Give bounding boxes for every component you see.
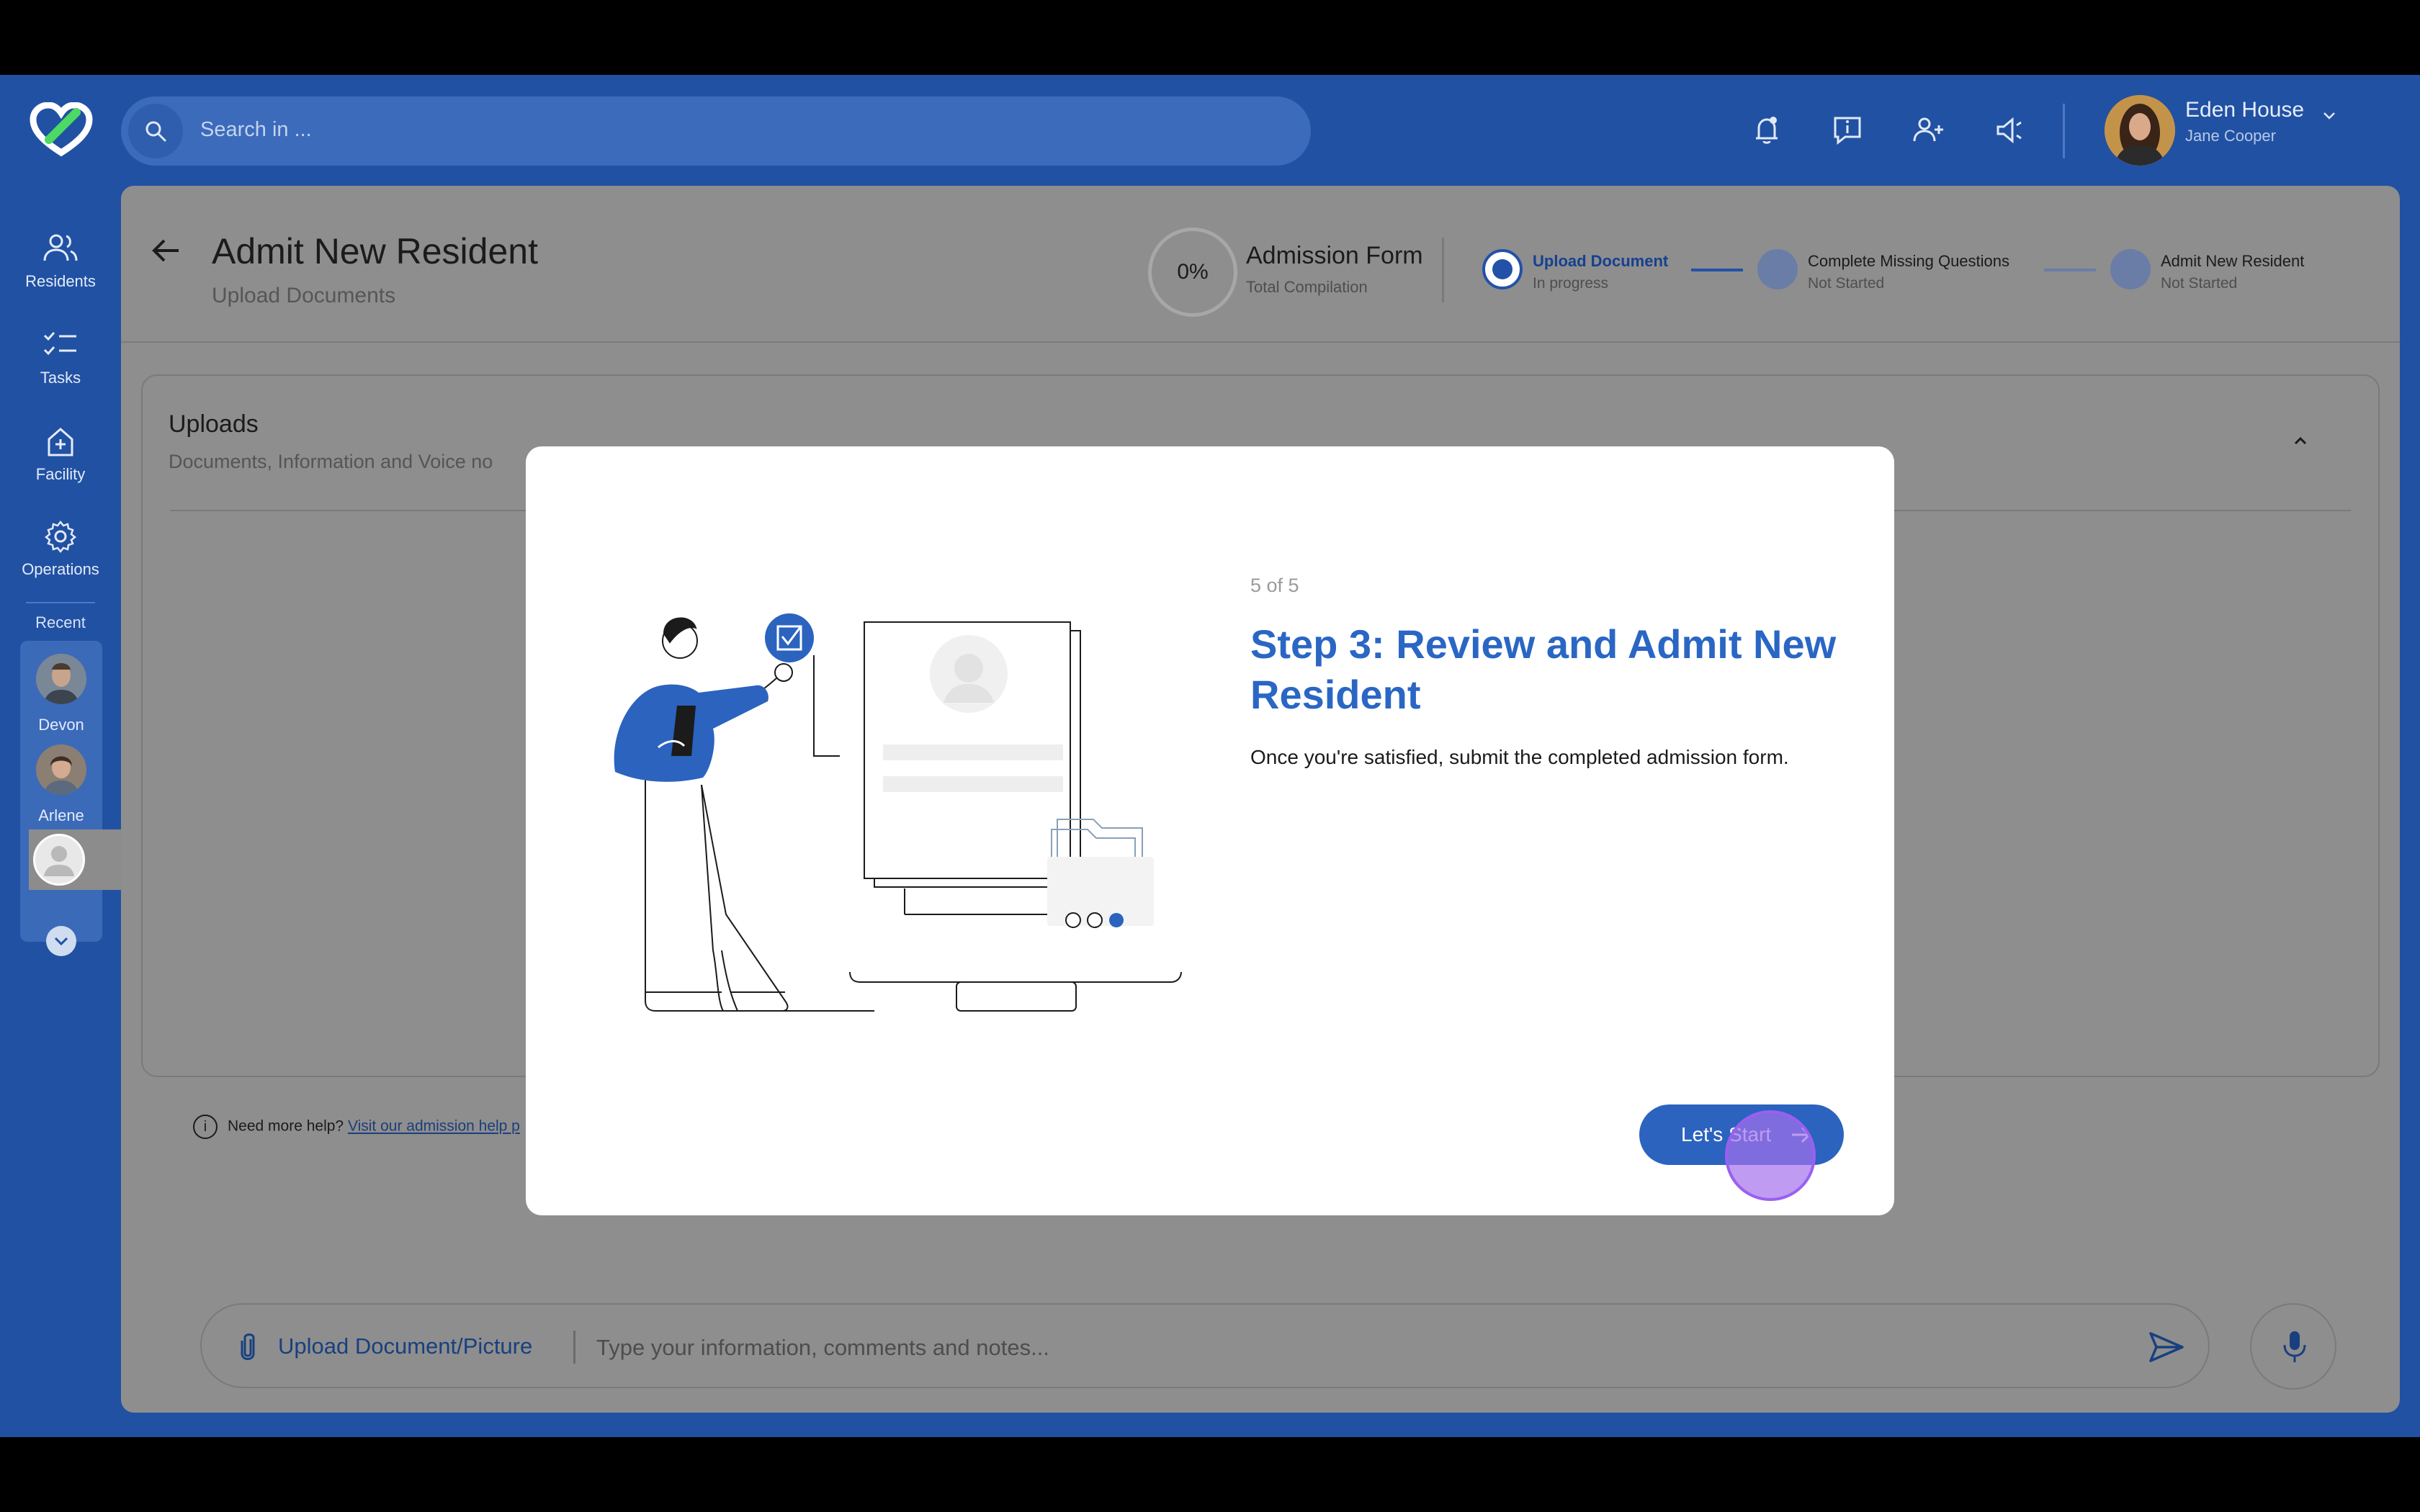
user-name[interactable]: Eden House — [2185, 98, 2304, 122]
admission-illustration — [614, 613, 1182, 1012]
upload-document-button[interactable]: Upload Document/Picture — [278, 1333, 532, 1359]
modal-description: Once you're satisfied, submit the comple… — [1250, 746, 1789, 768]
help-link[interactable]: Visit our admission help p — [348, 1118, 520, 1135]
step-1-status: In progress — [1533, 275, 1609, 292]
onboarding-modal: 5 of 5 Step 3: Review and Admit New Resi… — [526, 446, 1894, 1215]
lets-start-label: Let's Start — [1681, 1123, 1772, 1146]
sidebar-item-label: Residents — [25, 272, 96, 290]
step-2-indicator — [1757, 249, 1798, 289]
chevron-up-icon[interactable] — [2290, 431, 2311, 451]
app-frame: Search in ... Eden House Jane Cooper Res… — [0, 75, 2420, 1437]
step-1-indicator — [1482, 249, 1523, 289]
paperclip-icon[interactable] — [236, 1332, 259, 1362]
step-3-indicator — [2110, 249, 2151, 289]
step-1-label[interactable]: Upload Document — [1533, 252, 1668, 271]
recent-name-arlene[interactable]: Arlene — [20, 806, 102, 825]
user-avatar[interactable] — [2105, 95, 2175, 166]
sidebar-item-label: Operations — [22, 560, 99, 578]
sidebar-item-operations[interactable]: Operations — [0, 520, 121, 579]
composer-divider — [573, 1331, 575, 1364]
uploads-title: Uploads — [169, 410, 259, 438]
notes-input[interactable]: Type your information, comments and note… — [596, 1335, 1049, 1361]
recent-label: Recent — [35, 613, 86, 631]
sidebar-divider — [26, 602, 95, 603]
send-icon[interactable] — [2148, 1331, 2185, 1364]
recent-name-devon[interactable]: Devon — [20, 716, 102, 734]
bell-icon[interactable] — [1749, 112, 1785, 148]
sidebar-item-residents[interactable]: Residents — [0, 232, 121, 291]
step-connector — [2044, 269, 2096, 271]
avatar-devon[interactable] — [36, 654, 86, 704]
microphone-button[interactable] — [2250, 1303, 2336, 1390]
step-2-label[interactable]: Complete Missing Questions — [1808, 252, 2009, 271]
form-progress-ring: 0% — [1148, 228, 1237, 317]
form-subtitle: Total Compilation — [1246, 278, 1368, 296]
notes-composer: Upload Document/Picture Type your inform… — [200, 1303, 2210, 1388]
modal-heading: Step 3: Review and Admit New Resident — [1250, 621, 1837, 717]
header-divider — [121, 341, 2400, 343]
chevron-down-icon — [54, 937, 68, 946]
back-arrow-icon[interactable] — [150, 236, 182, 265]
app-logo[interactable] — [29, 102, 94, 157]
arrow-right-icon — [1792, 1126, 1811, 1143]
search-input[interactable]: Search in ... — [200, 118, 312, 142]
recent-current-resident[interactable] — [29, 829, 121, 890]
sidebar-item-tasks[interactable]: Tasks — [0, 328, 121, 387]
page-subtitle: Upload Documents — [212, 284, 396, 307]
step-3-status: Not Started — [2161, 275, 2238, 292]
tasks-icon — [43, 332, 76, 356]
sidebar-item-label: Facility — [35, 465, 86, 483]
help-row: i Need more help? Visit our admission hel… — [193, 1115, 520, 1139]
uploads-subtitle: Documents, Information and Voice no — [169, 451, 493, 472]
avatar-placeholder-icon — [33, 834, 85, 886]
help-text: Need more help? — [228, 1117, 344, 1135]
info-message-icon[interactable] — [1829, 112, 1865, 148]
microphone-icon — [2283, 1331, 2306, 1362]
form-title: Admission Form — [1246, 242, 1423, 269]
recent-residents-panel: Devon Arlene — [20, 641, 102, 942]
search-bar[interactable]: Search in ... — [121, 96, 1311, 166]
step-counter: 5 of 5 — [1250, 575, 1299, 596]
form-progress-value: 0% — [1177, 260, 1209, 284]
residents-icon — [43, 234, 78, 261]
page-title: Admit New Resident — [212, 231, 538, 271]
step-2-status: Not Started — [1808, 275, 1885, 292]
announcement-icon[interactable] — [1991, 112, 2027, 148]
chevron-down-icon[interactable] — [2321, 107, 2338, 124]
step-3-label[interactable]: Admit New Resident — [2161, 252, 2304, 271]
add-user-icon[interactable] — [1910, 112, 1946, 148]
info-icon: i — [193, 1115, 218, 1139]
lets-start-button[interactable]: Let's Start — [1639, 1104, 1844, 1165]
header-divider — [2063, 104, 2065, 158]
stepper-divider — [1442, 238, 1444, 302]
sidebar-item-label: Tasks — [40, 369, 81, 387]
sidebar-item-facility[interactable]: Facility — [0, 425, 121, 484]
avatar-arlene[interactable] — [36, 744, 86, 795]
user-role: Jane Cooper — [2185, 127, 2276, 145]
recent-scroll-down-button[interactable] — [46, 926, 76, 956]
step-connector — [1691, 269, 1743, 271]
search-icon — [128, 104, 183, 158]
gear-icon — [44, 520, 77, 553]
facility-icon — [48, 428, 73, 456]
